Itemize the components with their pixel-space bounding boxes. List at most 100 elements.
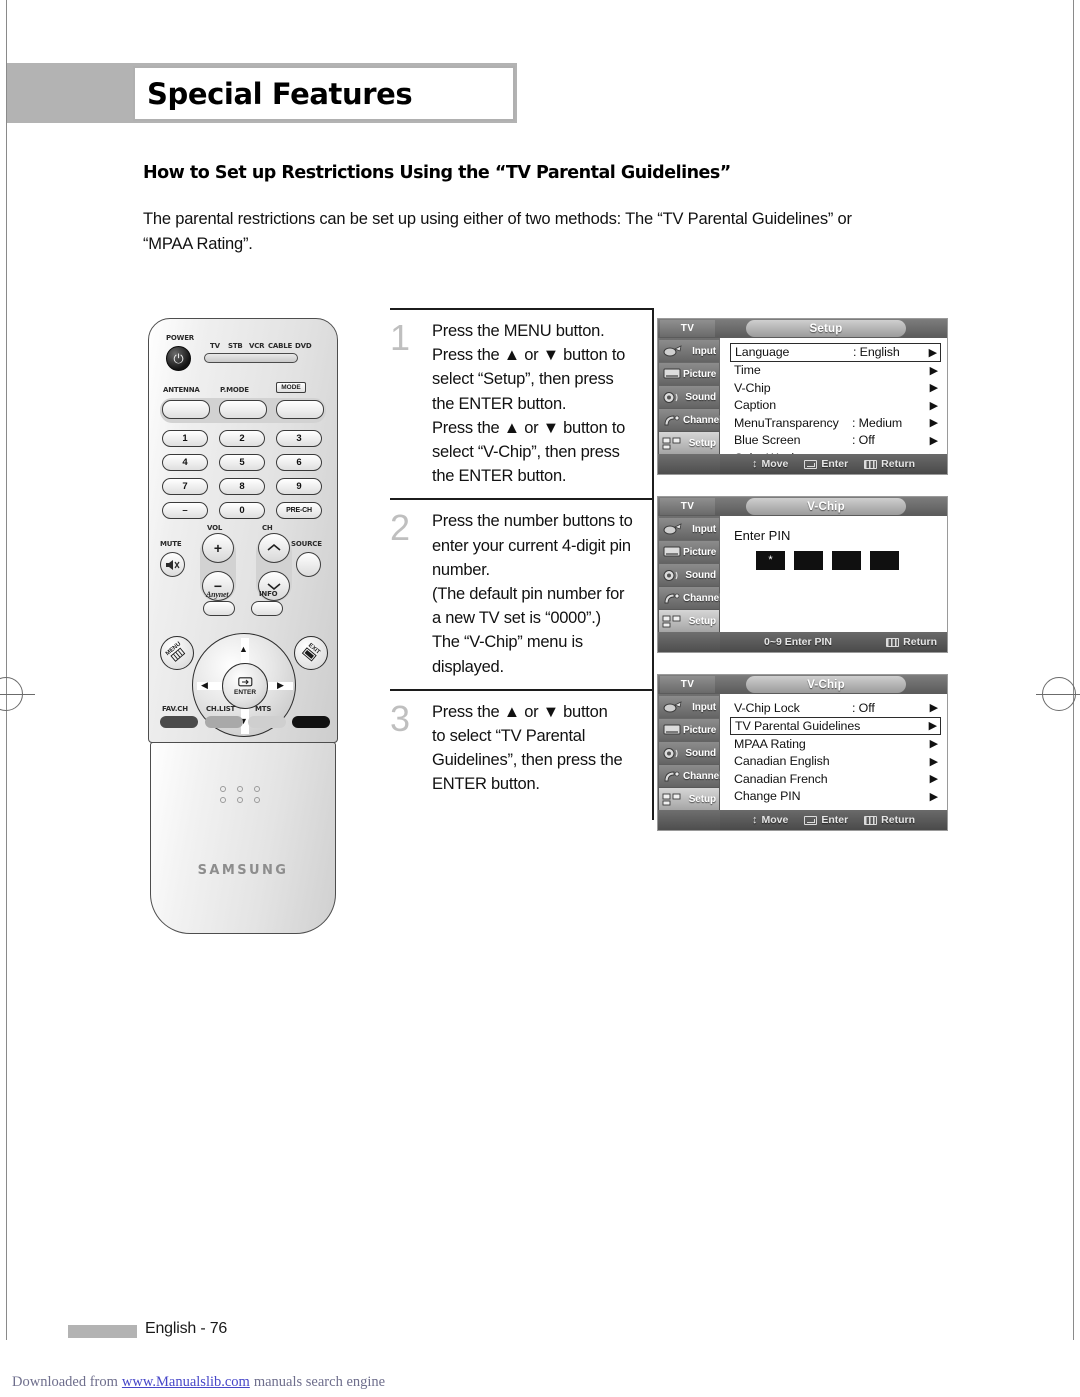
pmode-button[interactable] [219,400,267,419]
power-button[interactable]: ⏻ [166,346,191,371]
osd-setup-row-menu-transparency[interactable]: MenuTransparency : Medium ▶ [730,414,941,432]
dash-button[interactable]: – [162,502,208,519]
osd-vchip-row-canadian-english[interactable]: Canadian English ▶ [730,753,941,771]
number-button-9[interactable]: 9 [276,478,322,495]
pin-entry-field[interactable]: * [720,543,947,570]
osd-setup-row-language-name: Language [735,345,790,360]
manualslib-link[interactable]: www.Manualslib.com [118,1374,254,1391]
number-button-2[interactable]: 2 [219,430,265,447]
sidebar-item-setup[interactable]: Setup [659,432,719,454]
step-1-line-1: Press the MENU button. [432,322,605,340]
pin-digit-4[interactable] [870,551,899,570]
prech-button[interactable]: PRE-CH [276,502,322,519]
osd-setup-hint-enter: Enter [804,458,848,470]
number-button-6[interactable]: 6 [276,454,322,471]
extra-button[interactable] [292,716,330,728]
sidebar-item-sound[interactable]: Sound [659,564,719,586]
number-button-1[interactable]: 1 [162,430,208,447]
device-label-dvd: DVD [295,342,312,350]
sidebar-item-input[interactable]: Input [659,340,719,362]
remote-control-illustration: POWER ⏻ TV STB VCR CABLE DVD ANTENNA P.M… [148,318,338,938]
channel-icon [661,412,683,428]
sidebar-item-setup[interactable]: Setup [659,788,719,810]
enter-key-icon [804,815,818,825]
osd-setup-row-caption[interactable]: Caption ▶ [730,397,941,415]
steps-column: 1 Press the MENU button. Press the ▲ or … [390,308,652,807]
setup-icon [661,435,683,451]
sidebar-item-channel[interactable]: Channel [659,587,722,609]
up-down-arrow-icon: ↕ [751,457,758,470]
osd-setup-row-time[interactable]: Time ▶ [730,362,941,380]
mute-button[interactable] [160,552,185,577]
sidebar-item-picture[interactable]: Picture [659,719,719,741]
step-3-line-3: Guidelines”, then press the [432,751,623,770]
number-button-0[interactable]: 0 [219,502,265,519]
device-mode-strip[interactable] [204,353,298,363]
sidebar-item-input-label: Input [692,701,716,713]
osd-setup-row-blue-screen[interactable]: Blue Screen : Off ▶ [730,432,941,450]
sidebar-item-sound[interactable]: Sound [659,742,719,764]
ir-vent-dots [220,786,266,808]
sidebar-item-channel[interactable]: Channel [659,409,722,431]
osd-vchip-row-change-pin[interactable]: Change PIN ▶ [730,788,941,806]
antenna-label: ANTENNA [163,386,200,394]
sidebar-item-setup[interactable]: Setup [659,610,719,632]
number-button-7[interactable]: 7 [162,478,208,495]
enter-button[interactable]: ENTER [222,663,268,709]
osd-vchip-title: V-Chip [746,676,906,693]
osd-setup-row-language[interactable]: Language : English ▶ [730,343,941,362]
number-button-5[interactable]: 5 [219,454,265,471]
input-icon [661,699,683,715]
enter-arrow-icon [237,676,253,689]
number-button-4[interactable]: 4 [162,454,208,471]
sidebar-item-sound[interactable]: Sound [659,386,719,408]
sidebar-item-picture[interactable]: Picture [659,541,719,563]
osd-setup-hint-enter-label: Enter [821,458,849,470]
osd-vchip-row-mpaa-rating[interactable]: MPAA Rating ▶ [730,735,941,753]
number-button-3[interactable]: 3 [276,430,322,447]
sidebar-item-channel[interactable]: Channel [659,765,722,787]
exit-button[interactable]: EXIT [294,636,328,670]
dpad-up-icon[interactable]: ▲ [239,644,248,654]
pin-digit-3[interactable] [832,551,861,570]
source-button[interactable] [296,552,321,577]
osd-setup-hint-return: Return [864,458,915,470]
pin-digit-2[interactable] [794,551,823,570]
chevron-right-icon: ▶ [929,790,938,803]
sidebar-item-input[interactable]: Input [659,696,719,718]
step-2-line-7: displayed. [432,657,504,676]
step-3: 3 Press the ▲ or ▼ button to select “TV … [390,688,652,807]
osd-vchip-row-lock[interactable]: V-Chip Lock : Off ▶ [730,699,941,717]
return-key-icon [864,815,878,825]
osd-vchip-row-canadian-french[interactable]: Canadian French ▶ [730,770,941,788]
info-button[interactable] [251,601,283,616]
mts-button[interactable] [248,716,286,728]
osd-setup-body: Language : English ▶ Time ▶ V-Chip ▶ Cap… [720,338,947,474]
chlist-button[interactable] [205,716,243,728]
menu-button[interactable]: MENU [160,636,194,670]
antenna-button[interactable] [162,400,210,419]
osd-setup-row-vchip[interactable]: V-Chip ▶ [730,379,941,397]
dpad-right-icon[interactable]: ▶ [277,680,284,691]
setup-icon [661,613,683,629]
osd-vchip-row-tv-parental-guidelines[interactable]: TV Parental Guidelines ▶ [730,716,941,735]
setup-icon [661,791,683,807]
section-heading: How to Set up Restrictions Using the “TV… [143,163,731,183]
osd-vchip-hint-return-label: Return [881,814,916,826]
sidebar-item-picture-label: Picture [683,368,717,380]
dpad-left-icon[interactable]: ◀ [201,680,208,691]
anynet-button[interactable] [203,601,235,616]
volume-up-button[interactable]: + [202,533,234,563]
page-edge-right [1073,0,1074,1340]
sidebar-item-sound-label: Sound [685,391,716,403]
sidebar-item-picture[interactable]: Picture [659,363,719,385]
osd-setup-row-blue-screen-name: Blue Screen [734,433,801,448]
number-button-8[interactable]: 8 [219,478,265,495]
osd-setup-hint-move-label: Move [761,458,789,470]
favch-button[interactable] [160,716,198,728]
sidebar-item-input[interactable]: Input [659,518,719,540]
channel-up-button[interactable] [258,533,290,563]
header-box: Special Features [133,66,515,121]
pin-digit-1[interactable]: * [756,551,785,570]
mode-button[interactable] [276,400,324,419]
